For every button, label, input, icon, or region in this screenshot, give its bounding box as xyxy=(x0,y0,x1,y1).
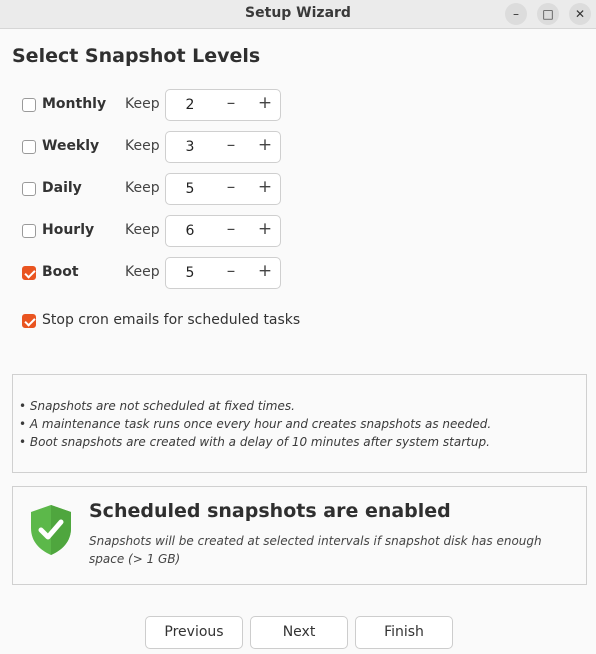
stepper-value-input[interactable]: 2 xyxy=(166,97,214,113)
increment-button[interactable]: + xyxy=(248,261,282,281)
stepper-value-input[interactable]: 6 xyxy=(166,223,214,239)
finish-button[interactable]: Finish xyxy=(355,616,453,649)
decrement-button[interactable]: – xyxy=(214,261,248,281)
stepper-value-input[interactable]: 5 xyxy=(166,181,214,197)
boot-checkbox[interactable] xyxy=(22,266,36,280)
level-label: Daily xyxy=(42,180,82,196)
info-notes-panel: • Snapshots are not scheduled at fixed t… xyxy=(12,374,587,473)
decrement-button[interactable]: – xyxy=(214,93,248,113)
increment-button[interactable]: + xyxy=(248,135,282,155)
hourly-checkbox[interactable] xyxy=(22,224,36,238)
daily-count-stepper: 5 – + xyxy=(165,173,281,205)
level-row-hourly: Hourly Keep 6 – + xyxy=(0,215,596,249)
previous-button[interactable]: Previous xyxy=(145,616,243,649)
status-description: Snapshots will be created at selected in… xyxy=(89,534,542,566)
boot-count-stepper: 5 – + xyxy=(165,257,281,289)
weekly-checkbox[interactable] xyxy=(22,140,36,154)
increment-button[interactable]: + xyxy=(248,177,282,197)
increment-button[interactable]: + xyxy=(248,93,282,113)
keep-label: Keep xyxy=(125,96,160,112)
stop-cron-emails-label[interactable]: Stop cron emails for scheduled tasks xyxy=(42,312,300,328)
minimize-button[interactable]: – xyxy=(505,3,527,25)
weekly-count-stepper: 3 – + xyxy=(165,131,281,163)
level-label: Weekly xyxy=(42,138,100,154)
keep-label: Keep xyxy=(125,180,160,196)
next-button[interactable]: Next xyxy=(250,616,348,649)
note-line: • Snapshots are not scheduled at fixed t… xyxy=(19,399,295,413)
monthly-count-stepper: 2 – + xyxy=(165,89,281,121)
decrement-button[interactable]: – xyxy=(214,219,248,239)
title-bar: Setup Wizard – □ ✕ xyxy=(0,0,596,29)
keep-label: Keep xyxy=(125,264,160,280)
maximize-button[interactable]: □ xyxy=(537,3,559,25)
level-label: Monthly xyxy=(42,96,107,112)
schedule-status-panel: Scheduled snapshots are enabled Snapshot… xyxy=(12,486,587,585)
close-button[interactable]: ✕ xyxy=(569,3,591,25)
level-label: Boot xyxy=(42,264,79,280)
hourly-count-stepper: 6 – + xyxy=(165,215,281,247)
level-row-daily: Daily Keep 5 – + xyxy=(0,173,596,207)
stepper-value-input[interactable]: 3 xyxy=(166,139,214,155)
decrement-button[interactable]: – xyxy=(214,177,248,197)
page-title: Select Snapshot Levels xyxy=(12,45,261,67)
status-title: Scheduled snapshots are enabled xyxy=(89,500,451,522)
daily-checkbox[interactable] xyxy=(22,182,36,196)
note-line: • Boot snapshots are created with a dela… xyxy=(19,435,490,449)
stop-cron-emails-checkbox[interactable] xyxy=(22,314,36,328)
increment-button[interactable]: + xyxy=(248,219,282,239)
shield-check-icon xyxy=(31,505,71,555)
monthly-checkbox[interactable] xyxy=(22,98,36,112)
note-line: • A maintenance task runs once every hou… xyxy=(19,417,492,431)
level-row-monthly: Monthly Keep 2 – + xyxy=(0,89,596,123)
decrement-button[interactable]: – xyxy=(214,135,248,155)
level-row-boot: Boot Keep 5 – + xyxy=(0,257,596,291)
keep-label: Keep xyxy=(125,222,160,238)
level-label: Hourly xyxy=(42,222,95,238)
keep-label: Keep xyxy=(125,138,160,154)
stepper-value-input[interactable]: 5 xyxy=(166,265,214,281)
level-row-weekly: Weekly Keep 3 – + xyxy=(0,131,596,165)
